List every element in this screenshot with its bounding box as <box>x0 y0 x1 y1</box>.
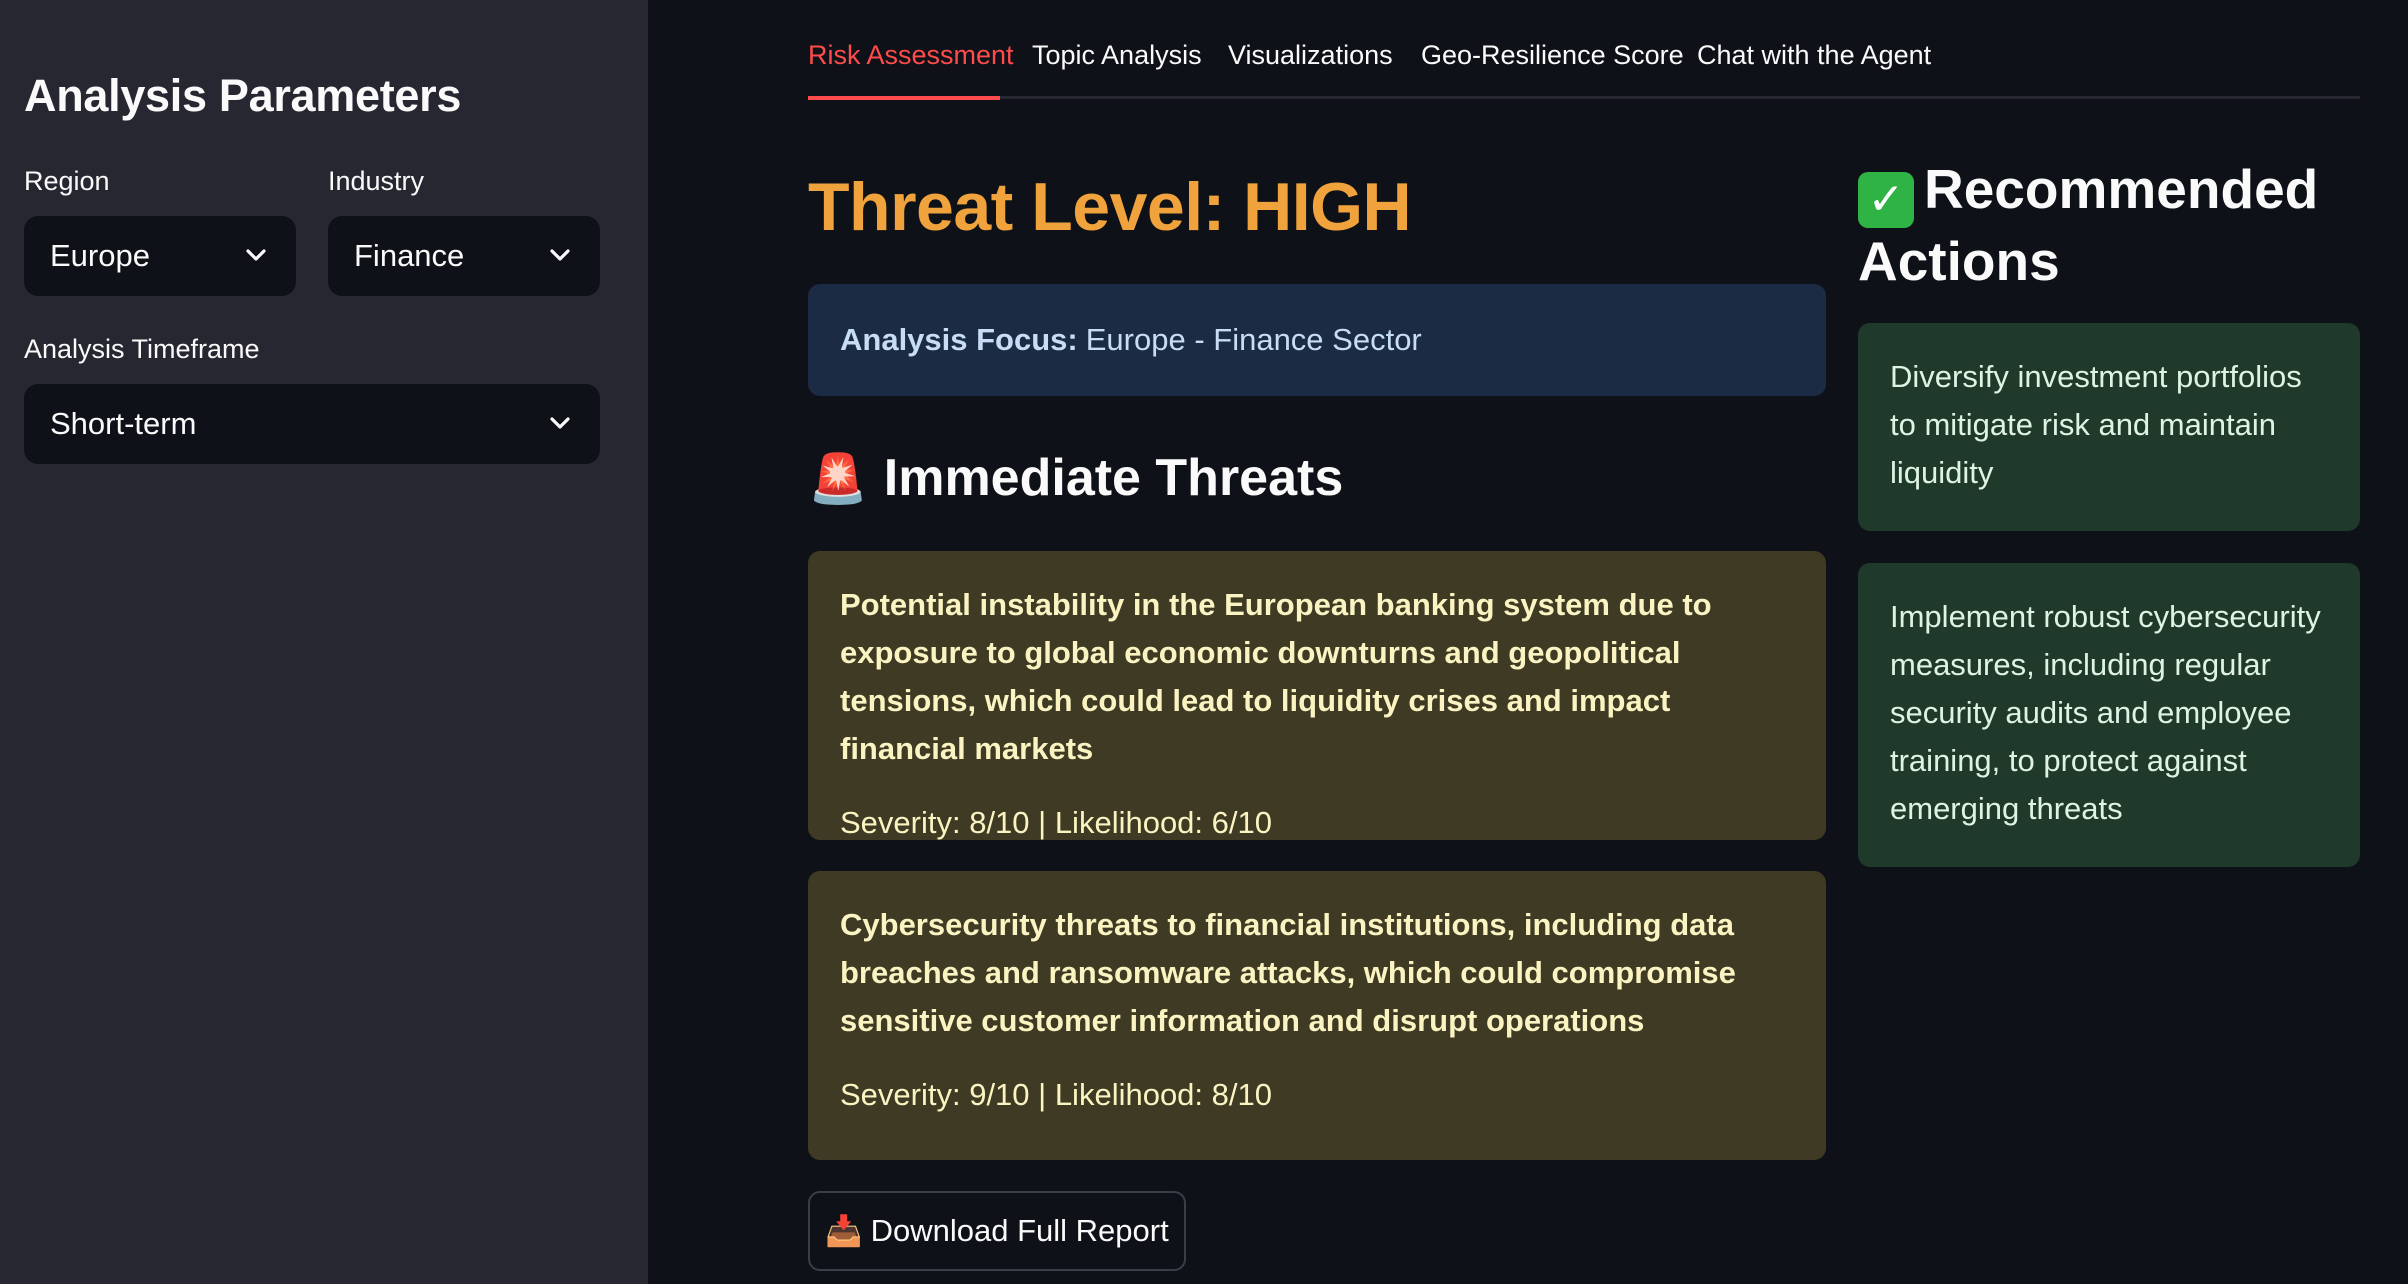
chevron-down-icon <box>546 410 574 438</box>
recommendation-card: Implement robust cybersecurity measures,… <box>1858 563 2360 867</box>
region-select-value: Europe <box>50 238 150 273</box>
timeframe-select[interactable]: Short-term <box>24 384 600 464</box>
download-report-label: Download Full Report <box>870 1213 1169 1248</box>
siren-icon: 🚨 <box>808 452 868 506</box>
threat-severity-likelihood: Severity: 9/10 | Likelihood: 8/10 <box>840 1077 1272 1112</box>
sidebar-title: Analysis Parameters <box>24 70 462 121</box>
tab-geo-resilience-score[interactable]: Geo-Resilience Score <box>1421 40 1684 71</box>
immediate-threats-heading: 🚨 Immediate Threats <box>808 448 1343 508</box>
recommended-actions-heading: ✓ Recommended Actions <box>1858 156 2398 294</box>
recommendation-text: Implement robust cybersecurity measures,… <box>1890 599 2321 826</box>
recommended-actions-title: Recommended Actions <box>1858 158 2319 292</box>
sidebar: Analysis Parameters Region Europe Indust… <box>0 0 648 1284</box>
industry-select[interactable]: Finance <box>328 216 600 296</box>
threat-card: Cybersecurity threats to financial insti… <box>808 871 1826 1160</box>
recommendation-card: Diversify investment portfolios to mitig… <box>1858 323 2360 531</box>
chevron-down-icon <box>242 242 270 270</box>
check-mark-icon: ✓ <box>1858 172 1914 228</box>
tab-chat-with-agent[interactable]: Chat with the Agent <box>1697 40 1931 71</box>
tab-visualizations[interactable]: Visualizations <box>1228 40 1393 71</box>
threat-card: Potential instability in the European ba… <box>808 551 1826 840</box>
analysis-focus-box: Analysis Focus: Europe - Finance Sector <box>808 284 1826 396</box>
tab-risk-assessment[interactable]: Risk Assessment <box>808 40 1014 71</box>
recommendation-text: Diversify investment portfolios to mitig… <box>1890 359 2302 490</box>
threat-description: Potential instability in the European ba… <box>840 587 1712 766</box>
inbox-tray-icon: 📥 <box>825 1214 863 1248</box>
timeframe-label: Analysis Timeframe <box>24 334 260 364</box>
threat-level-heading: Threat Level: HIGH <box>808 169 1412 245</box>
industry-select-value: Finance <box>354 238 465 273</box>
timeframe-select-value: Short-term <box>50 406 197 441</box>
threat-severity-likelihood: Severity: 8/10 | Likelihood: 6/10 <box>840 805 1272 840</box>
immediate-threats-title: Immediate Threats <box>883 449 1344 507</box>
chevron-down-icon <box>546 242 574 270</box>
analysis-focus-label: Analysis Focus: <box>840 322 1078 357</box>
region-select[interactable]: Europe <box>24 216 296 296</box>
analysis-focus-value: Europe - Finance Sector <box>1085 322 1422 357</box>
threat-description: Cybersecurity threats to financial insti… <box>840 907 1736 1038</box>
download-report-button[interactable]: 📥 Download Full Report <box>808 1191 1186 1271</box>
active-tab-indicator <box>808 96 1000 100</box>
tab-topic-analysis[interactable]: Topic Analysis <box>1032 40 1202 71</box>
app-root: Analysis Parameters Region Europe Indust… <box>0 0 2408 1284</box>
region-label: Region <box>24 166 110 196</box>
main-content: Risk Assessment Topic Analysis Visualiza… <box>648 0 2408 1284</box>
industry-label: Industry <box>328 166 425 196</box>
tabs-divider <box>808 96 2360 99</box>
